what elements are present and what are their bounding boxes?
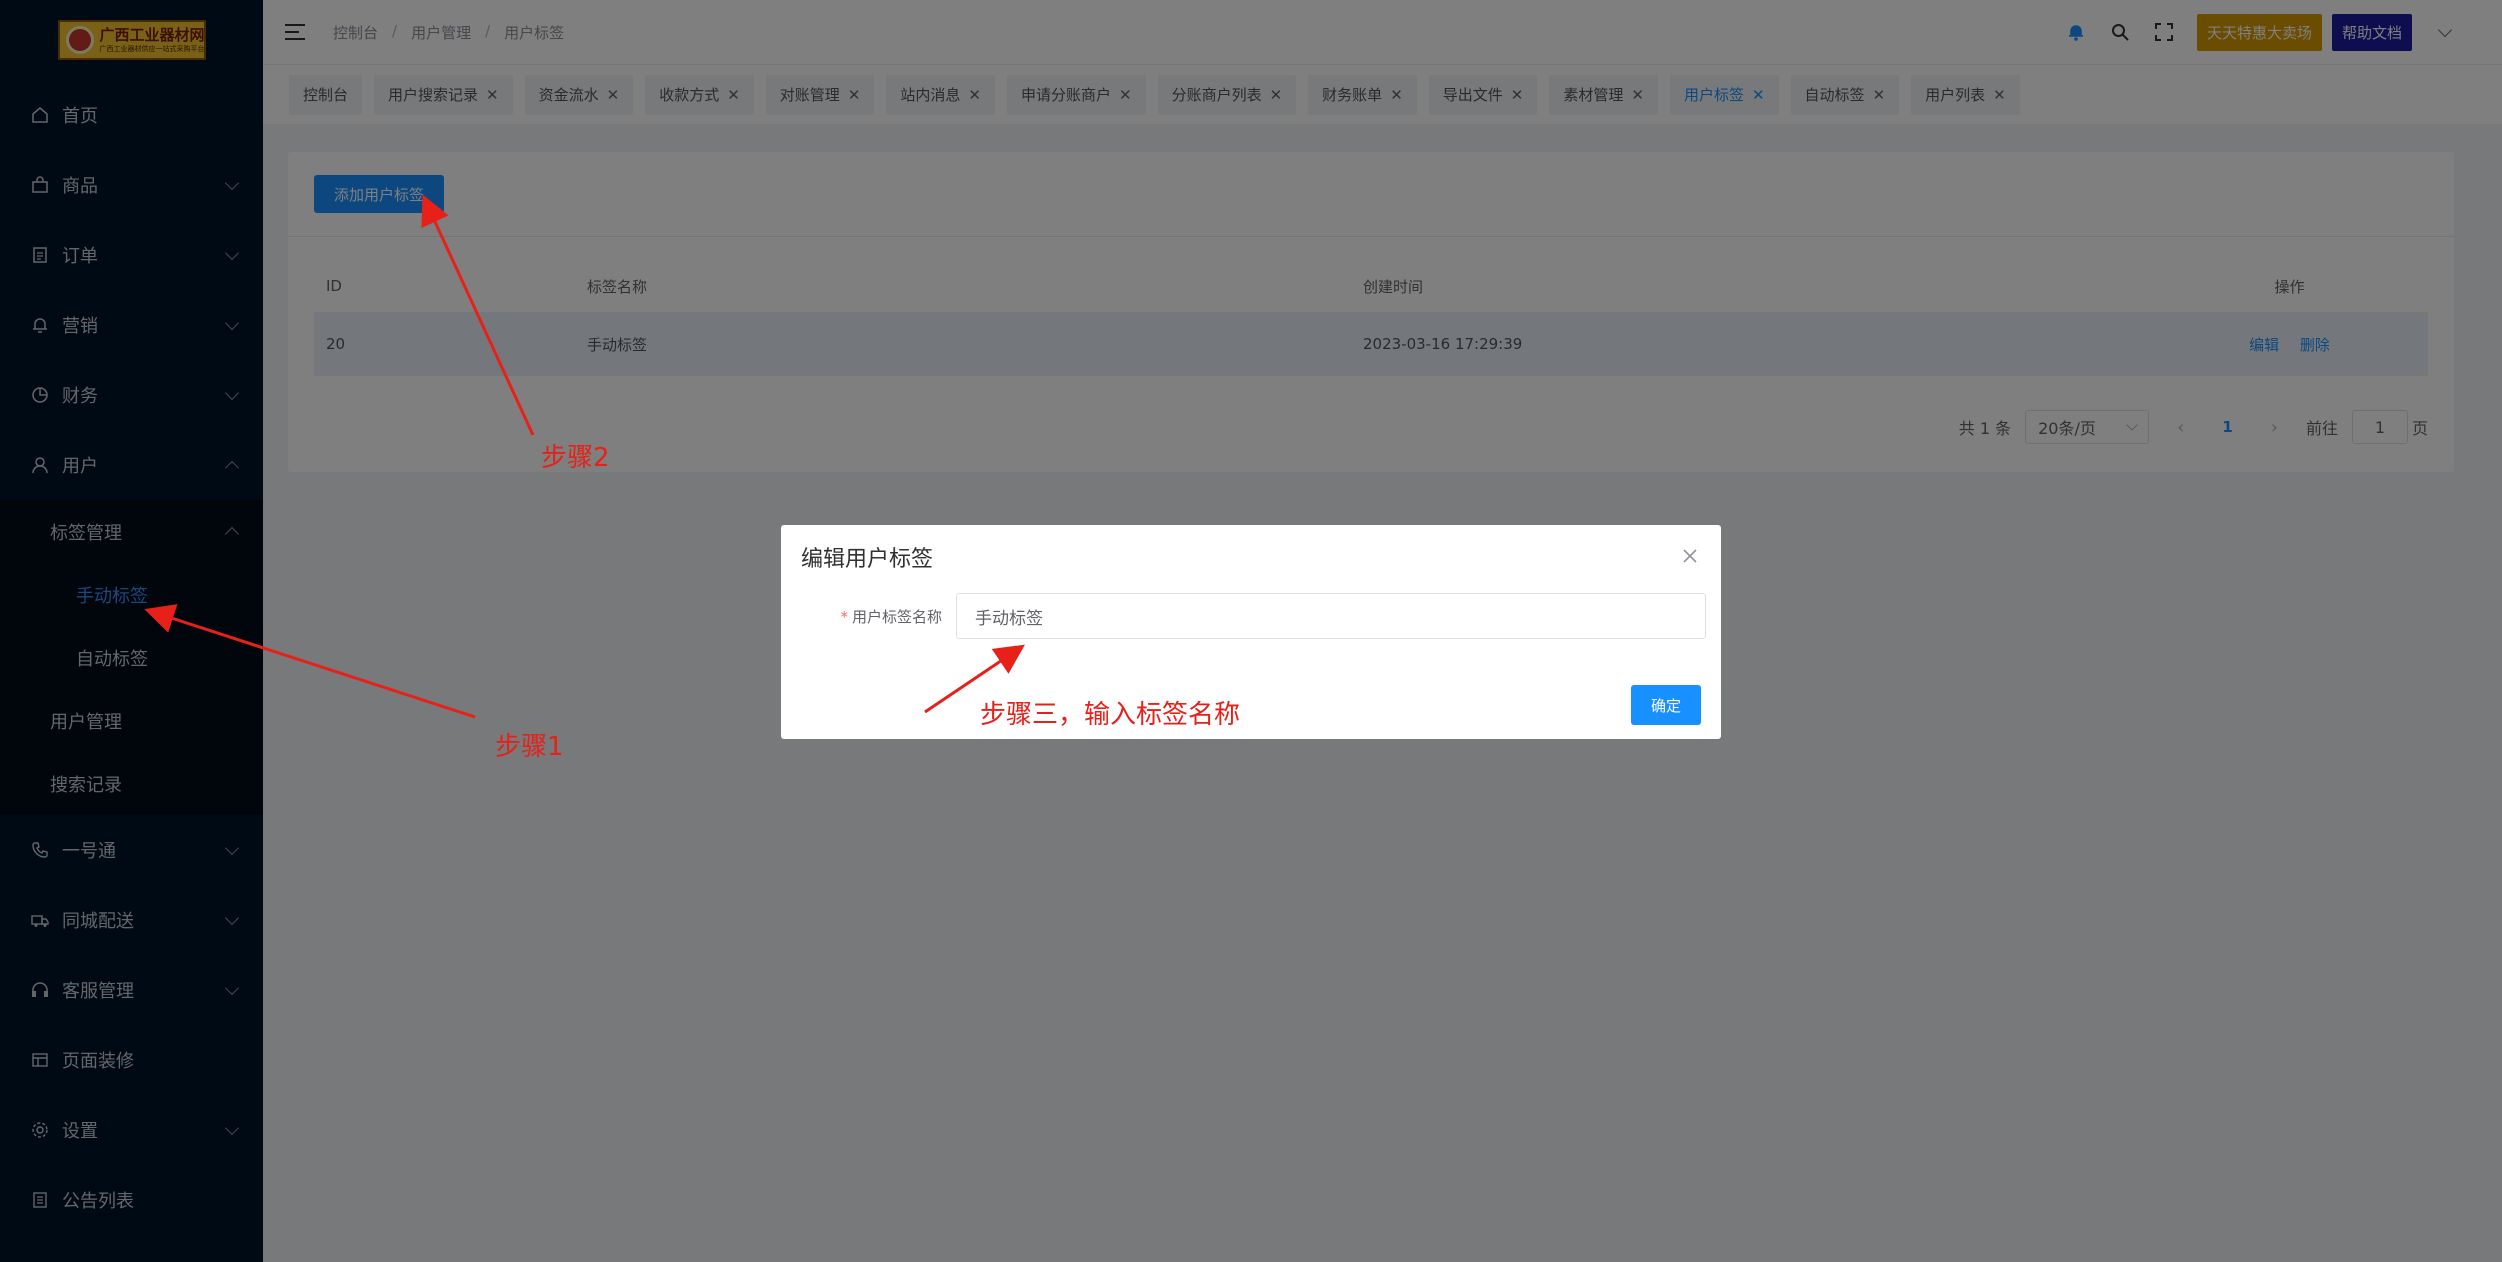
tag-name-form-item: * 用户标签名称 — [801, 593, 1706, 639]
dialog-title: 编辑用户标签 — [801, 547, 934, 572]
tag-name-input[interactable] — [956, 593, 1706, 639]
step2-label: 步骤2 — [541, 443, 610, 473]
edit-tag-dialog: 编辑用户标签 *用户标签名称 确定 — [781, 525, 1721, 739]
confirm-button[interactable]: 确定 — [1631, 685, 1701, 725]
step3-label: 步骤三，输入标签名称 — [980, 700, 1241, 730]
close-icon[interactable] — [1681, 547, 1699, 565]
tag-name-label: * 用户标签名称 — [840, 607, 942, 626]
step1-label: 步骤1 — [495, 732, 564, 762]
